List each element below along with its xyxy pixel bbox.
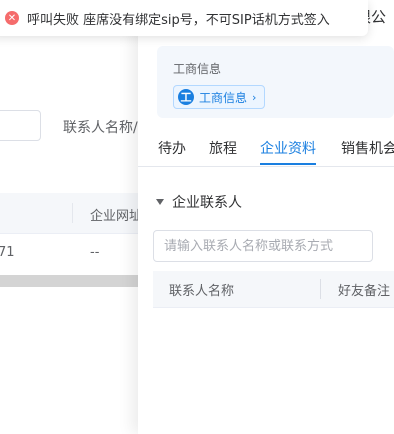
tab-company-profile[interactable]: 企业资料 [260,138,316,158]
detail-tabs: 待办 旅程 企业资料 销售机会 [138,134,394,167]
column-header-contact-name: 联系人名称 [169,284,235,299]
error-toast: ✕ 呼叫失败 座席没有绑定sip号，不可SIP话机方式签入 [0,0,368,36]
table-cell-website: -- [90,245,100,260]
chevron-right-icon: › [252,90,257,104]
tab-sales-opportunity[interactable]: 销售机会 [341,138,394,158]
contacts-table-header: 联系人名称 好友备注 [153,271,394,308]
horizontal-scrollbar[interactable] [0,275,150,287]
contacts-section-title: 企业联系人 [172,195,242,211]
error-circle-icon: ✕ [5,11,19,25]
caret-down-icon [156,199,164,205]
tab-journey[interactable]: 旅程 [209,138,237,158]
column-header-friend-remark: 好友备注 [338,284,391,299]
column-header-website: 企业网址 [90,209,143,224]
contact-search-input[interactable] [153,230,373,262]
header-separator [72,203,73,223]
business-icon: 工 [178,89,194,105]
column-separator [320,279,321,299]
business-info-link[interactable]: 工 工商信息 › [173,85,266,109]
active-tab-indicator [260,163,316,165]
contact-name-filter-label: 联系人名称/ [63,120,138,136]
row-divider [0,233,150,234]
toast-message: 呼叫失败 座席没有绑定sip号，不可SIP话机方式签入 [27,12,330,28]
business-info-card: 工商信息 工 工商信息 › [157,46,394,118]
table-cell: 71 [0,245,15,260]
contacts-section-header[interactable]: 企业联系人 [156,192,242,212]
customer-detail-drawer: 限公 工商信息 工 工商信息 › 待办 旅程 企业资料 销售机会 企业联系人 联… [138,0,394,434]
business-info-title: 工商信息 [173,62,222,76]
filter-input[interactable] [0,110,41,141]
business-info-link-label: 工商信息 [199,90,248,105]
tab-todo[interactable]: 待办 [158,138,186,158]
